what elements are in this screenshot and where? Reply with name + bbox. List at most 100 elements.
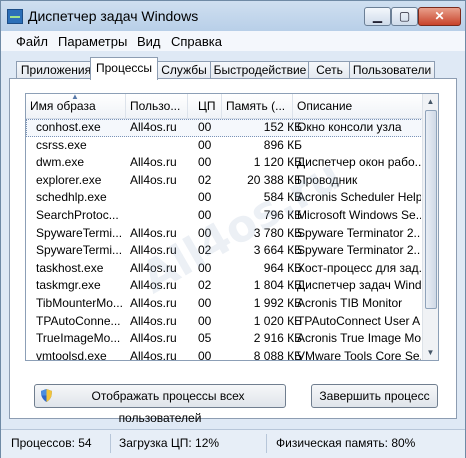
cell-user: All4os.ru [130,155,177,170]
table-row[interactable]: taskhost.exe All4os.ru 00 964 КБ Хост-процес… [26,260,423,278]
cell-image-name: csrss.exe [36,137,87,152]
window-title: Диспетчер задач Windows [28,8,199,24]
cell-user: All4os.ru [130,295,177,310]
table-row[interactable]: SpywareTermi... All4os.ru 02 3 664 КБ Spywar… [26,242,423,260]
cell-description: Spyware Terminator 2... [297,225,421,240]
cell-user: All4os.ru [130,120,177,134]
column-user[interactable]: Пользо... [126,94,188,118]
scroll-down-icon[interactable]: ▼ [423,345,438,360]
tab-processes[interactable]: Процессы [90,57,158,80]
status-process-count: Процессов: 54 [11,436,92,450]
status-memory-usage: Физическая память: 80% [276,436,416,450]
cell-image-name: taskmgr.exe [36,278,101,293]
scroll-thumb[interactable] [425,110,437,309]
column-description[interactable]: Описание [293,94,423,118]
column-cpu[interactable]: ЦП [188,94,222,118]
table-row[interactable]: TPAutoConne... All4os.ru 00 1 020 КБ TPAutoC… [26,313,423,331]
cell-cpu: 00 [198,155,212,170]
table-body: conhost.exe All4os.ru 00 152 КБ Окно консоли… [26,119,423,361]
cell-description: Acronis True Image Mo... [297,331,421,346]
cell-memory: 20 388 КБ [247,172,302,187]
cell-user: All4os.ru [130,313,177,328]
process-list[interactable]: ▲ Имя образа Пользо... ЦП Память (... Оп… [25,93,439,361]
cell-cpu: 02 [198,172,212,187]
cell-image-name: TPAutoConne... [36,313,121,328]
cell-description: TPAutoConnect User A... [297,313,421,328]
cell-image-name: TibMounterMo... [36,295,123,310]
table-row[interactable]: explorer.exe All4os.ru 02 20 388 КБ Проводни… [26,172,423,190]
cell-cpu: 00 [198,120,212,134]
tab-network[interactable]: Сеть [308,61,351,79]
cell-image-name: conhost.exe [36,120,101,134]
cell-image-name: dwm.exe [36,155,85,170]
status-divider [110,434,111,453]
close-button[interactable]: ✕ [418,7,461,26]
table-row[interactable]: vmtoolsd.exe All4os.ru 00 8 088 КБ VMware To… [26,348,423,361]
title-bar[interactable]: Диспетчер задач Windows ▁ ▢ ✕ [1,1,465,31]
cell-cpu: 00 [198,137,212,152]
cell-memory: 3 780 КБ [253,225,302,240]
cell-image-name: schedhlp.exe [36,190,107,205]
cell-image-name: SpywareTermi... [36,225,123,240]
tab-services[interactable]: Службы [156,61,212,79]
column-image-name[interactable]: ▲ Имя образа [26,94,126,118]
cell-image-name: vmtoolsd.exe [36,348,107,361]
cell-memory: 1 804 КБ [253,278,302,293]
scroll-up-icon[interactable]: ▲ [423,94,438,109]
table-row[interactable]: csrss.exe 00 896 КБ [26,137,423,155]
cell-cpu: 00 [198,295,212,310]
cell-user: All4os.ru [130,278,177,293]
cell-cpu: 00 [198,207,212,222]
table-row[interactable]: taskmgr.exe All4os.ru 02 1 804 КБ Диспетчер … [26,277,423,295]
table-row[interactable]: TrueImageMo... All4os.ru 05 2 916 КБ Acronis… [26,330,423,348]
column-memory[interactable]: Память (... [222,94,293,118]
cell-description: Окно консоли узла [297,120,402,134]
cell-description: Acronis TIB Monitor [297,295,403,310]
vertical-scrollbar[interactable]: ▲ ▼ [422,94,438,360]
menu-options[interactable]: Параметры [58,34,127,49]
show-all-processes-button[interactable]: Отображать процессы всех пользователей [34,384,286,425]
table-row[interactable]: dwm.exe All4os.ru 00 1 120 КБ Диспетчер окон… [26,154,423,172]
status-bar: Процессов: 54 Загрузка ЦП: 12% Физическа… [1,429,465,458]
cell-description: Acronis Scheduler Helper [297,190,421,205]
cell-description: Хост-процесс для зад... [297,260,421,275]
cell-cpu: 00 [198,225,212,240]
cell-cpu: 00 [198,260,212,275]
table-row[interactable]: conhost.exe All4os.ru 00 152 КБ Окно консоли… [26,119,423,137]
cell-memory: 8 088 КБ [253,348,302,361]
cell-memory: 1 020 КБ [253,313,302,328]
cell-image-name: SearchProtoc... [36,207,119,222]
uac-shield-icon [41,389,52,402]
status-divider [266,434,267,453]
table-row[interactable]: SpywareTermi... All4os.ru 00 3 780 КБ Spywar… [26,225,423,243]
end-process-button[interactable]: Завершить процесс [311,384,438,408]
cell-memory: 896 КБ [263,137,302,152]
cell-description: Диспетчер задач Windo... [297,278,421,293]
menu-view[interactable]: Вид [137,34,161,49]
cell-cpu: 02 [198,278,212,293]
cell-image-name: explorer.exe [36,172,102,187]
cell-user: All4os.ru [130,331,177,346]
cell-image-name: taskhost.exe [36,260,104,275]
tab-performance[interactable]: Быстродействие [210,61,310,79]
menu-help[interactable]: Справка [171,34,222,49]
cell-cpu: 00 [198,190,212,205]
tab-users[interactable]: Пользователи [349,61,435,79]
cell-memory: 152 КБ [263,120,302,134]
cell-image-name: SpywareTermi... [36,243,123,258]
table-row[interactable]: schedhlp.exe 00 584 КБ Acronis Scheduler He… [26,189,423,207]
maximize-button[interactable]: ▢ [391,7,418,26]
tab-strip: Приложения Процессы Службы Быстродействи… [9,57,457,80]
table-row[interactable]: SearchProtoc... 00 796 КБ Microsoft Windows… [26,207,423,225]
cell-description: Spyware Terminator 2... [297,243,421,258]
table-row[interactable]: TibMounterMo... All4os.ru 00 1 992 КБ Acroni… [26,295,423,313]
cell-memory: 1 992 КБ [253,295,302,310]
menu-bar: Файл Параметры Вид Справка [1,31,465,51]
task-manager-window: Диспетчер задач Windows ▁ ▢ ✕ Файл Парам… [0,0,466,458]
tab-applications[interactable]: Приложения [16,61,96,79]
menu-file[interactable]: Файл [16,34,48,49]
cell-memory: 796 КБ [263,207,302,222]
cell-user: All4os.ru [130,172,177,187]
cell-user: All4os.ru [130,260,177,275]
minimize-button[interactable]: ▁ [364,7,391,26]
